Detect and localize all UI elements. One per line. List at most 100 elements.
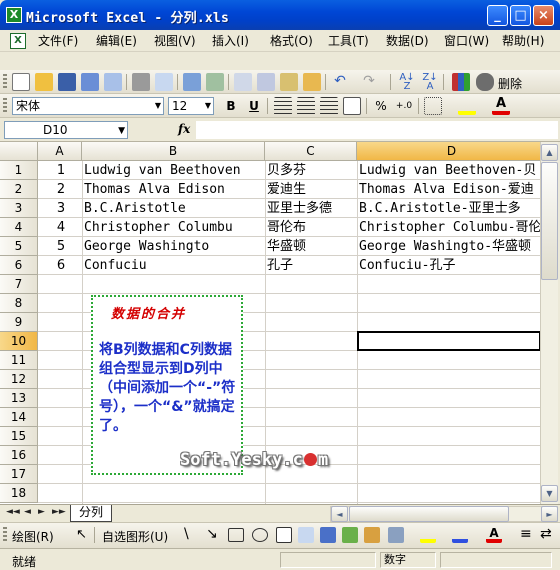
row-header-2[interactable]: 2 [0,180,38,199]
row-header-8[interactable]: 8 [0,294,38,313]
undo-icon[interactable]: ↶ [331,73,349,91]
clipart-icon[interactable] [364,527,380,543]
cell-d5[interactable]: George Washingto-华盛顿 [357,237,540,256]
cell-b3[interactable]: B.C.Aristotle [82,199,265,218]
open-icon[interactable] [35,73,53,91]
row-header-18[interactable]: 18 [0,484,38,503]
cell-d3[interactable]: B.C.Aristotle-亚里士多 [357,199,540,218]
row-header-5[interactable]: 5 [0,237,38,256]
textbox-icon[interactable] [276,527,292,543]
cell-c5[interactable]: 华盛顿 [265,237,357,256]
wordart-icon[interactable] [320,527,336,543]
permission-icon[interactable] [81,73,99,91]
column-header-d[interactable]: D [357,142,540,161]
email-icon[interactable] [104,73,122,91]
column-header-b[interactable]: B [82,142,265,161]
vertical-scrollbar[interactable]: ▲ ▼ [540,142,558,504]
cell-c1[interactable]: 贝多芬 [265,161,357,180]
prev-sheet-button[interactable]: ◄ [24,507,31,517]
row-header-13[interactable]: 13 [0,389,38,408]
line-color-icon[interactable] [452,527,468,543]
align-left-icon[interactable] [274,97,292,115]
row-header-15[interactable]: 15 [0,427,38,446]
menu-file[interactable]: 文件(F) [38,33,78,49]
name-box[interactable]: D10 ▼ [4,121,128,139]
cut-icon[interactable] [234,73,252,91]
row-header-12[interactable]: 12 [0,370,38,389]
menu-insert[interactable]: 插入(I) [212,33,249,49]
row-header-6[interactable]: 6 [0,256,38,275]
scroll-up-button[interactable]: ▲ [541,144,558,161]
scroll-thumb[interactable] [541,162,558,280]
cell-a5[interactable]: 5 [38,237,82,256]
first-sheet-button[interactable]: ◄◄ [6,507,20,517]
row-header-17[interactable]: 17 [0,465,38,484]
menu-edit[interactable]: 编辑(E) [96,33,137,49]
last-sheet-button[interactable]: ►► [52,507,66,517]
arrow-style-icon[interactable]: ⇄ [540,526,552,542]
note-textbox[interactable]: 数据的合并 将B列数据和C列数据组合型显示到D列中（中间添加一个“-”符号），一… [91,295,243,475]
worksheet-grid[interactable]: A B C D 1 2 3 4 5 6 7 8 9 10 11 12 13 14 15 16 17 18 1 Lu… [0,142,540,504]
row-header-7[interactable]: 7 [0,275,38,294]
align-right-icon[interactable] [320,97,338,115]
merge-center-icon[interactable] [343,97,361,115]
borders-icon[interactable] [424,97,442,115]
menu-view[interactable]: 视图(V) [154,33,196,49]
menu-data[interactable]: 数据(D) [386,33,429,49]
diagram-icon[interactable] [342,527,358,543]
row-header-1[interactable]: 1 [0,161,38,180]
line-icon[interactable]: \ [184,526,189,542]
print-icon[interactable] [132,73,150,91]
row-header-10[interactable]: 10 [0,332,38,351]
cell-d6[interactable]: Confuciu-孔子 [357,256,540,275]
paste-icon[interactable] [280,73,298,91]
fill-color-icon[interactable] [458,97,476,115]
horizontal-scrollbar[interactable]: ◄ ► [330,506,558,522]
font-color-icon[interactable]: A [486,527,502,543]
column-header-c[interactable]: C [265,142,357,161]
line-style-icon[interactable]: ≡ [520,526,532,542]
scroll-down-button[interactable]: ▼ [541,485,558,502]
increase-decimal-icon[interactable]: +.0 [395,97,413,115]
formula-input[interactable] [196,121,558,139]
arrow-icon[interactable]: ↘ [206,526,218,542]
cell-c6[interactable]: 孔子 [265,256,357,275]
camera-icon[interactable] [476,73,494,91]
fill-color-icon[interactable] [420,527,436,543]
underline-button[interactable]: U [245,97,263,115]
cell-a2[interactable]: 2 [38,180,82,199]
insert-function-button[interactable]: fx [178,122,190,136]
research-icon[interactable] [206,73,224,91]
menu-tools[interactable]: 工具(T) [328,33,369,49]
document-icon[interactable]: X [10,33,26,49]
row-header-4[interactable]: 4 [0,218,38,237]
autoshapes-menu-button[interactable]: 自选图形(U) [102,528,168,545]
cell-a3[interactable]: 3 [38,199,82,218]
save-icon[interactable] [58,73,76,91]
menu-help[interactable]: 帮助(H) [502,33,544,49]
cell-b2[interactable]: Thomas Alva Edison [82,180,265,199]
sheet-tab-active[interactable]: 分列 [70,505,113,522]
font-name-select[interactable]: 宋体 ▼ [12,97,164,115]
spelling-icon[interactable] [183,73,201,91]
cell-d2[interactable]: Thomas Alva Edison-爱迪 [357,180,540,199]
row-header-14[interactable]: 14 [0,408,38,427]
hscroll-thumb[interactable] [349,506,509,522]
scroll-right-button[interactable]: ► [541,506,558,522]
oval-icon[interactable] [252,528,268,542]
delete-button[interactable]: 删除 [498,75,522,92]
print-preview-icon[interactable] [155,73,173,91]
column-header-a[interactable]: A [38,142,82,161]
menu-window[interactable]: 窗口(W) [444,33,489,49]
font-size-select[interactable]: 12 ▼ [168,97,214,115]
cell-c3[interactable]: 亚里士多德 [265,199,357,218]
cell-b6[interactable]: Confuciu [82,256,265,275]
percent-style-button[interactable]: % [372,97,390,115]
close-button[interactable]: × [533,5,554,26]
picture-icon[interactable] [388,527,404,543]
cell-c2[interactable]: 爱迪生 [265,180,357,199]
row-header-11[interactable]: 11 [0,351,38,370]
cell-a4[interactable]: 4 [38,218,82,237]
cell-b1[interactable]: Ludwig van Beethoven [82,161,265,180]
maximize-button[interactable]: □ [510,5,531,26]
